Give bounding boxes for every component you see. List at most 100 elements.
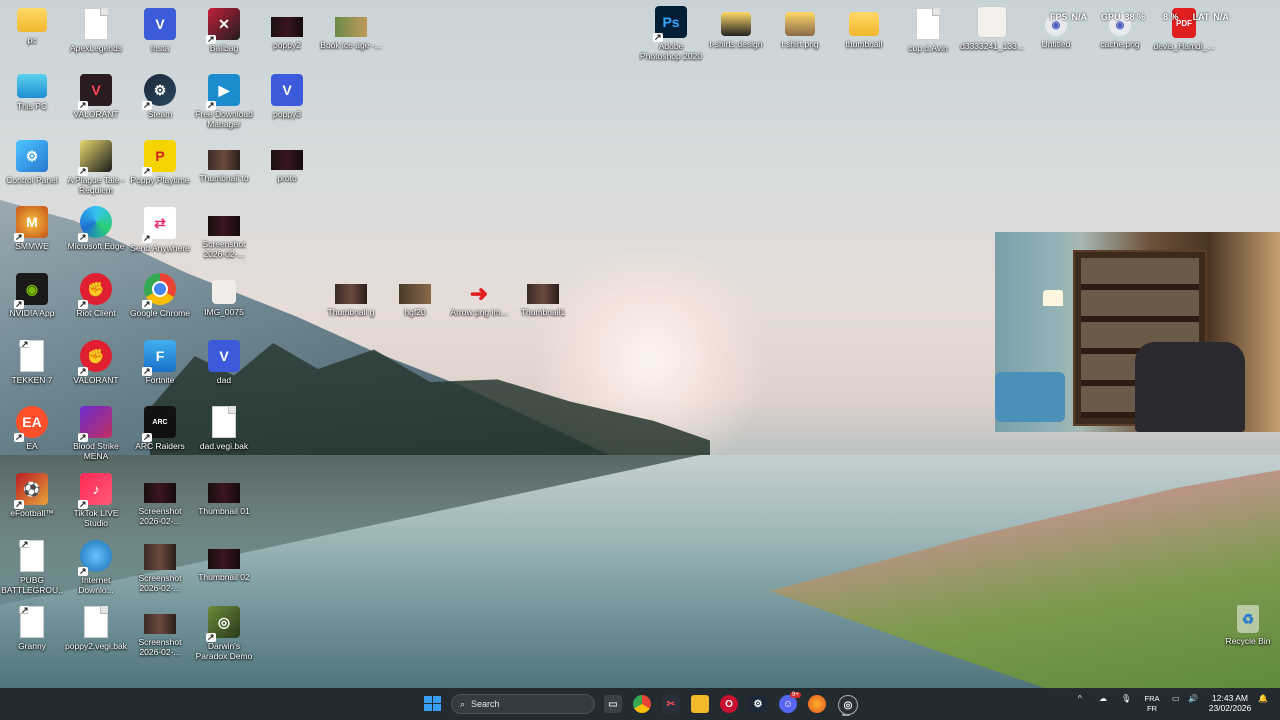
file-icon	[84, 8, 108, 40]
language-indicator[interactable]: FRA FR	[1140, 694, 1164, 714]
desktop-icon-tiktok[interactable]: ♪ TikTok LIVE Studio	[64, 473, 128, 528]
desktop-icon-poppy3[interactable]: V poppy3	[255, 74, 319, 119]
opera-gx-icon[interactable]: O	[720, 695, 738, 713]
desktop-icon-recycle-bin[interactable]: ♻ Recycle Bin	[1216, 605, 1280, 646]
system-clock[interactable]: 12:43 AM 23/02/2026	[1204, 693, 1256, 713]
chrome-taskbar-icon[interactable]	[633, 695, 651, 713]
steam-taskbar-icon[interactable]: ⚙	[749, 695, 767, 713]
desktop-icon-this-pc[interactable]: This PC	[0, 74, 64, 111]
icon-label: Thumbnail 02	[198, 572, 250, 582]
desktop-icon-efootball[interactable]: ⚽ eFootball™	[0, 473, 64, 518]
desktop-icon-img-0075[interactable]: IMG_0075	[192, 280, 256, 317]
desktop-icon-thumbnail1[interactable]: Thumbnail1	[511, 284, 575, 317]
desktop-icon-valorant[interactable]: V VALORANT	[64, 74, 128, 119]
desktop-icon-darwins-paradox[interactable]: ◎ Darwin's Paradox Demo	[192, 606, 256, 661]
desktop-icon-apexlegends[interactable]: ApexLegends	[64, 8, 128, 53]
desktop-icon-smmwe[interactable]: M SMMWE	[0, 206, 64, 251]
desktop-icon-cup-davin[interactable]: cup d.Avin	[896, 8, 960, 53]
firefox-icon[interactable]	[808, 695, 826, 713]
desktop-icon-thumbnail-01[interactable]: Thumbnail 01	[192, 483, 256, 516]
desktop-icon-thumbnail-02[interactable]: Thumbnail 02	[192, 549, 256, 582]
desktop-icon-tekken[interactable]: TEKKEN 7	[0, 340, 64, 385]
search-placeholder: Search	[471, 699, 500, 709]
desktop-icon-riot-client[interactable]: ✊ Riot Client	[64, 273, 128, 318]
desktop-icon-hgf20[interactable]: hgf20	[383, 284, 447, 317]
desktop-icon-pc[interactable]: pc	[0, 8, 64, 45]
desktop-icon-screenshot-0[interactable]: Screenshot 2026-02-...	[192, 216, 256, 259]
desktop-icon-send-anywhere[interactable]: ⇄ Send Anywhere	[128, 206, 192, 253]
onedrive-icon[interactable]: ☁	[1099, 694, 1107, 703]
desktop-icon-granny[interactable]: Granny	[0, 606, 64, 651]
notifications-icon[interactable]: 🔔	[1258, 694, 1268, 703]
desktop-icon-thumbnail-folder[interactable]: thumbnail	[832, 12, 896, 49]
desktop-icon-screenshot-1[interactable]: Screenshot 2026-02-...	[128, 483, 192, 526]
icon-label: Microsoft Edge	[67, 241, 125, 251]
image-thumbnail-icon	[144, 544, 176, 570]
ea-icon: EA	[14, 406, 48, 442]
clock-date: 23/02/2026	[1208, 703, 1252, 713]
chevron-up-icon[interactable]: ^	[1078, 694, 1082, 703]
desktop-icon-ea[interactable]: EA EA	[0, 406, 64, 451]
icon-label: thumbnail	[845, 39, 883, 49]
desktop-icon-fdm[interactable]: ▶ Free Download Manager	[192, 74, 256, 129]
desktop-icon-proto[interactable]: proto	[255, 150, 319, 183]
icon-label: proto	[277, 173, 297, 183]
desktop-icon-arc-raiders[interactable]: ARC ARC Raiders	[128, 406, 192, 451]
vegas-file-icon: V	[144, 8, 176, 40]
image-thumbnail-icon	[335, 17, 367, 37]
file-icon	[19, 340, 44, 372]
desktop-icon-pubg[interactable]: PUBG BATTLEGROU...	[0, 540, 64, 605]
desktop-icon-control-panel[interactable]: ⚙ Control Panel	[0, 140, 64, 185]
desktop-icon-thumbnail-g[interactable]: Thumbnail g	[319, 284, 383, 317]
file-icon	[84, 606, 108, 638]
desktop-icon-poppy-playtime[interactable]: P Poppy Playtime	[128, 140, 192, 185]
icon-label: Insta	[150, 43, 170, 53]
icon-label: Darwin's Paradox Demo	[195, 641, 253, 661]
icon-label: TikTok LIVE Studio	[73, 508, 119, 528]
desktop-icon-tshirts-design[interactable]: t-shirts design	[704, 12, 768, 49]
plague-tale-icon	[78, 140, 112, 176]
desktop-icon-photoshop[interactable]: Ps Adobe Photoshop 2020	[639, 6, 703, 61]
desktop-icon-chrome[interactable]: Google Chrome	[128, 273, 192, 318]
efootball-icon: ⚽	[14, 473, 48, 509]
desktop-icon-thumbnail-to[interactable]: Thumbnail to	[192, 150, 256, 183]
desktop-icon-screenshot-2[interactable]: Screenshot 2026-02-...	[128, 544, 192, 593]
desktop-icon-dad[interactable]: V dad	[192, 340, 256, 385]
desktop-icon-nvidia-app[interactable]: ◉ NVIDIA App	[0, 273, 64, 318]
image-thumbnail-icon	[208, 549, 240, 569]
microphone-icon[interactable]: 🎙	[1121, 694, 1131, 703]
desktop-icon-idm[interactable]: Internet Downlo...	[64, 540, 128, 595]
obs-icon[interactable]: ◎	[838, 695, 858, 715]
desktop-icon-dad-bak[interactable]: dad.vegi.bak	[192, 406, 256, 451]
desktop-icon-ballbag[interactable]: ✕ Ballbag	[192, 8, 256, 53]
icon-label: Granny	[18, 641, 46, 651]
task-view-icon[interactable]: ▭	[604, 695, 622, 713]
desktop-icon-steam[interactable]: ⚙ Steam	[128, 74, 192, 119]
file-explorer-icon[interactable]	[691, 695, 709, 713]
desktop-icon-edge[interactable]: Microsoft Edge	[64, 206, 128, 251]
snipping-tool-icon[interactable]: ✂	[662, 695, 680, 713]
desktop-icon-poppy2-bak[interactable]: poppy2.vegi.bak	[64, 606, 128, 651]
desktop-icon-screenshot-3[interactable]: Screenshot 2026-02-...	[128, 614, 192, 657]
folder-icon	[849, 12, 879, 36]
desktop-icon-fortnite[interactable]: F Fortnite	[128, 340, 192, 385]
icon-label: This PC	[16, 101, 48, 111]
start-button[interactable]	[424, 696, 442, 712]
desktop-icon-book-ice-age[interactable]: Book ice age -...	[319, 17, 383, 50]
desktop-icon-arrow-png[interactable]: ➜ Arrow png im...	[447, 281, 511, 317]
desktop-icon-d3333241[interactable]: d3333241_133...	[960, 6, 1024, 51]
vegas-file-icon: V	[208, 340, 240, 372]
desktop-icon-valorant-2[interactable]: ✊ VALORANT	[64, 340, 128, 385]
desktop-icon-blood-strike[interactable]: Blood Strike MENA	[64, 406, 128, 461]
icon-label: poppy3	[273, 109, 301, 119]
desktop-icon-insta[interactable]: V Insta	[128, 8, 192, 53]
icon-label: Control Panel	[6, 175, 58, 185]
steam-icon: ⚙	[142, 74, 176, 110]
desktop-icon-plague-tale[interactable]: A Plague Tale - Requiem	[64, 140, 128, 195]
volume-icon[interactable]: 🔊	[1188, 694, 1198, 703]
taskbar-search[interactable]: ⌕ Search	[451, 694, 595, 714]
desktop-icon-poppy2[interactable]: poppy2	[255, 17, 319, 50]
desktop-icon-tshirt-png[interactable]: t shirt png	[768, 12, 832, 49]
control-panel-icon: ⚙	[16, 140, 48, 172]
network-icon[interactable]: ▭	[1172, 694, 1180, 703]
